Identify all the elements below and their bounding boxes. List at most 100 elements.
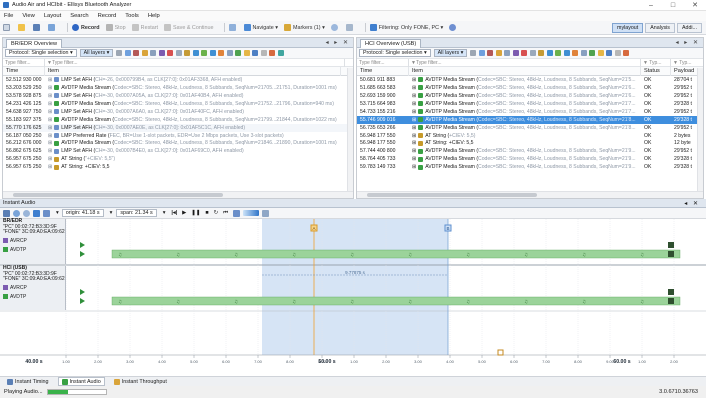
pane-controls[interactable]: ◂ ✕ [684,200,700,207]
audio-timeline[interactable]: A B 9.77875 s ♫ ♫ ♫ ♫ ♫ ♫ ♫ ♫ ♫ ♫ ♫ ♫ ♫ ♫ ♫ ♫ ♫ ♫ ♫ ♫ 1.00 2.00 3… [0,219,706,366]
filtering-button[interactable]: Filtering: Only FONE, PC ▾ [369,24,443,31]
menu-record[interactable]: Record [98,13,117,19]
stop-button[interactable]: Stop [105,24,126,31]
column-item[interactable]: Item [45,66,341,76]
item-filter-input[interactable]: ▼ Type filter... [409,58,641,67]
status-filter-input[interactable]: ▼ Typ... [641,58,671,67]
menu-search[interactable]: Search [70,13,88,19]
table-row[interactable]: 50.681 911 883 ⊞ AVDTP Media Stream (Codec… [357,76,703,84]
expand-icon[interactable]: ⊞ [48,109,52,115]
save-icon[interactable] [33,24,42,31]
table-row[interactable]: 51.685 663 583 ⊞ AVDTP Media Stream (Codec… [357,84,703,92]
tab-instant-throughput[interactable]: Instant Throughput [111,377,170,386]
vertical-scrollbar[interactable] [347,68,353,191]
protocol-select[interactable]: Protocol: Single selection ▾ [359,49,431,57]
protocol-filter-icons[interactable] [470,50,632,56]
restart-button[interactable]: Restart [131,24,158,31]
expand-icon[interactable]: ⊞ [48,133,52,139]
table-row[interactable]: 56.862 675 625 ⊞ LMP Set AFH (CH=-30, 0x00… [3,147,353,155]
expand-icon[interactable]: ⊞ [412,109,416,115]
vertical-scrollbar[interactable] [697,68,703,191]
markers-button[interactable]: Markers (1) ▾ [284,24,325,31]
expand-icon[interactable]: ⊞ [412,140,416,146]
rewind-icon[interactable]: ⏮ [223,210,228,217]
subtrack-avrcp[interactable]: AVRCP [3,284,65,292]
expand-icon[interactable]: ⊞ [412,156,416,162]
save-continue-button[interactable]: Save & Continue [164,24,214,31]
loop-icon[interactable]: ↻ [214,210,219,216]
protocol-select[interactable]: Protocol: Single selection ▾ [5,49,77,57]
expand-icon[interactable]: ⊞ [48,101,52,107]
go-to-start-icon[interactable]: |◂| [171,210,177,216]
expand-icon[interactable]: ⊞ [48,85,52,91]
table-row[interactable]: 58.764 405 733 ⊞ AVDTP Media Stream (Codec… [357,155,703,163]
protocol-filter-icons[interactable] [116,50,286,56]
expand-icon[interactable]: ⊞ [48,93,52,99]
expand-icon[interactable]: ⊞ [48,156,52,162]
layout-additional-button[interactable]: Addi... [676,23,702,33]
table-row[interactable]: 56.948 177 550 ⊞ AT String: +CIEV: 5,5 OK 12… [357,140,703,148]
column-time[interactable]: Time [3,66,45,76]
dropdown-arrow[interactable]: ▾ [56,210,59,216]
table-row[interactable]: 56.212 676 000 ⊞ AVDTP Media Stream (Codec… [3,140,353,148]
play-icon[interactable]: ▶ [182,210,186,216]
zoom-icon[interactable] [345,24,355,31]
horizontal-scrollbar[interactable] [3,191,353,198]
menu-layout[interactable]: Layout [44,13,61,19]
layout-analysis-button[interactable]: Analysis [645,23,675,33]
table-row[interactable]: 54.638 927 750 ⊞ LMP Set AFH (CH=-30, 0x00… [3,108,353,116]
time-filter-input[interactable]: Type filter... [3,58,45,67]
tab-hci-overview[interactable]: HCI Overview (USB) [360,38,422,48]
table-row[interactable]: 56.187 050 250 ⊞ LMP Preferred Rate (FEC, … [3,132,353,140]
expand-icon[interactable]: ⊞ [412,117,416,123]
table-row[interactable]: 56.957 675 250 ⊞ AT String: +CIEV: 5,5 [3,163,353,171]
navigate-button[interactable]: Navigate ▾ [243,24,278,31]
expand-icon[interactable]: ⊞ [48,77,52,83]
grid-icon[interactable] [228,24,238,31]
volume-slider[interactable] [243,210,259,216]
pane-controls[interactable]: ◂ ▸ ✕ [326,39,350,46]
zoom-out-icon[interactable] [23,209,30,217]
volume-icon[interactable] [233,209,240,217]
subtrack-avdtp[interactable]: AVDTP [3,246,65,254]
filter-settings-icon[interactable] [449,24,458,31]
table-row[interactable]: 52.512 930 000 ⊞ LMP Set AFH (CH=-26, 0x00… [3,76,353,84]
tab-instant-timing[interactable]: Instant Timing [4,377,52,386]
layout-mylayout-button[interactable]: mylayout [612,23,644,33]
horizontal-scrollbar[interactable] [357,191,703,198]
minimize-icon[interactable]: – [640,0,662,11]
expand-icon[interactable]: ⊞ [48,148,52,154]
zoom-in-icon[interactable] [13,209,20,217]
subtrack-avrcp[interactable]: AVRCP [3,237,65,245]
new-file-icon[interactable] [3,24,12,31]
close-icon[interactable]: ✕ [684,0,706,11]
table-row[interactable]: 56.948 177 550 ⊞ AT String (+CIEV: 5,5) OK 2… [357,132,703,140]
expand-icon[interactable]: ⊞ [412,133,416,139]
menu-view[interactable]: View [22,13,34,19]
table-row[interactable]: 53.203 529 250 ⊞ AVDTP Media Stream (Codec… [3,84,353,92]
export-icon[interactable] [48,24,57,31]
table-row[interactable]: 56.957 675 250 ⊞ AT String ("+CIEV: 5,5") [3,155,353,163]
pane-controls[interactable]: ◂ ▸ ✕ [676,39,700,46]
column-payload[interactable]: Payload [671,67,699,76]
column-item[interactable]: Item [409,66,641,76]
expand-icon[interactable]: ⊞ [412,148,416,154]
table-row[interactable]: 55.770 176 625 ⊞ LMP Set AFH (CH=-30, 0x00… [3,123,353,132]
tab-instant-audio[interactable]: Instant Audio [57,377,105,386]
stop-icon[interactable]: ■ [205,210,208,216]
origin-field[interactable]: origin: 41.18 s [61,209,104,217]
menu-help[interactable]: Help [148,13,160,19]
table-row[interactable]: 55.746 909 016 ⊞ AVDTP Media Stream (Codec… [357,115,703,124]
expand-icon[interactable]: ⊞ [48,164,52,170]
search-icon[interactable] [330,24,340,31]
expand-icon[interactable]: ⊞ [412,85,416,91]
expand-icon[interactable]: ⊞ [412,125,416,131]
expand-icon[interactable]: ⊞ [48,140,52,146]
cursor-icon[interactable] [3,209,10,217]
table-row[interactable]: 54.231 426 125 ⊞ AVDTP Media Stream (Codec… [3,100,353,108]
expand-icon[interactable]: ⊞ [412,77,416,83]
options-icon[interactable] [262,209,269,217]
record-button[interactable]: Record [72,24,100,31]
item-filter-input[interactable]: ▼ Type filter... [45,58,345,67]
column-status[interactable]: Status [641,66,671,76]
